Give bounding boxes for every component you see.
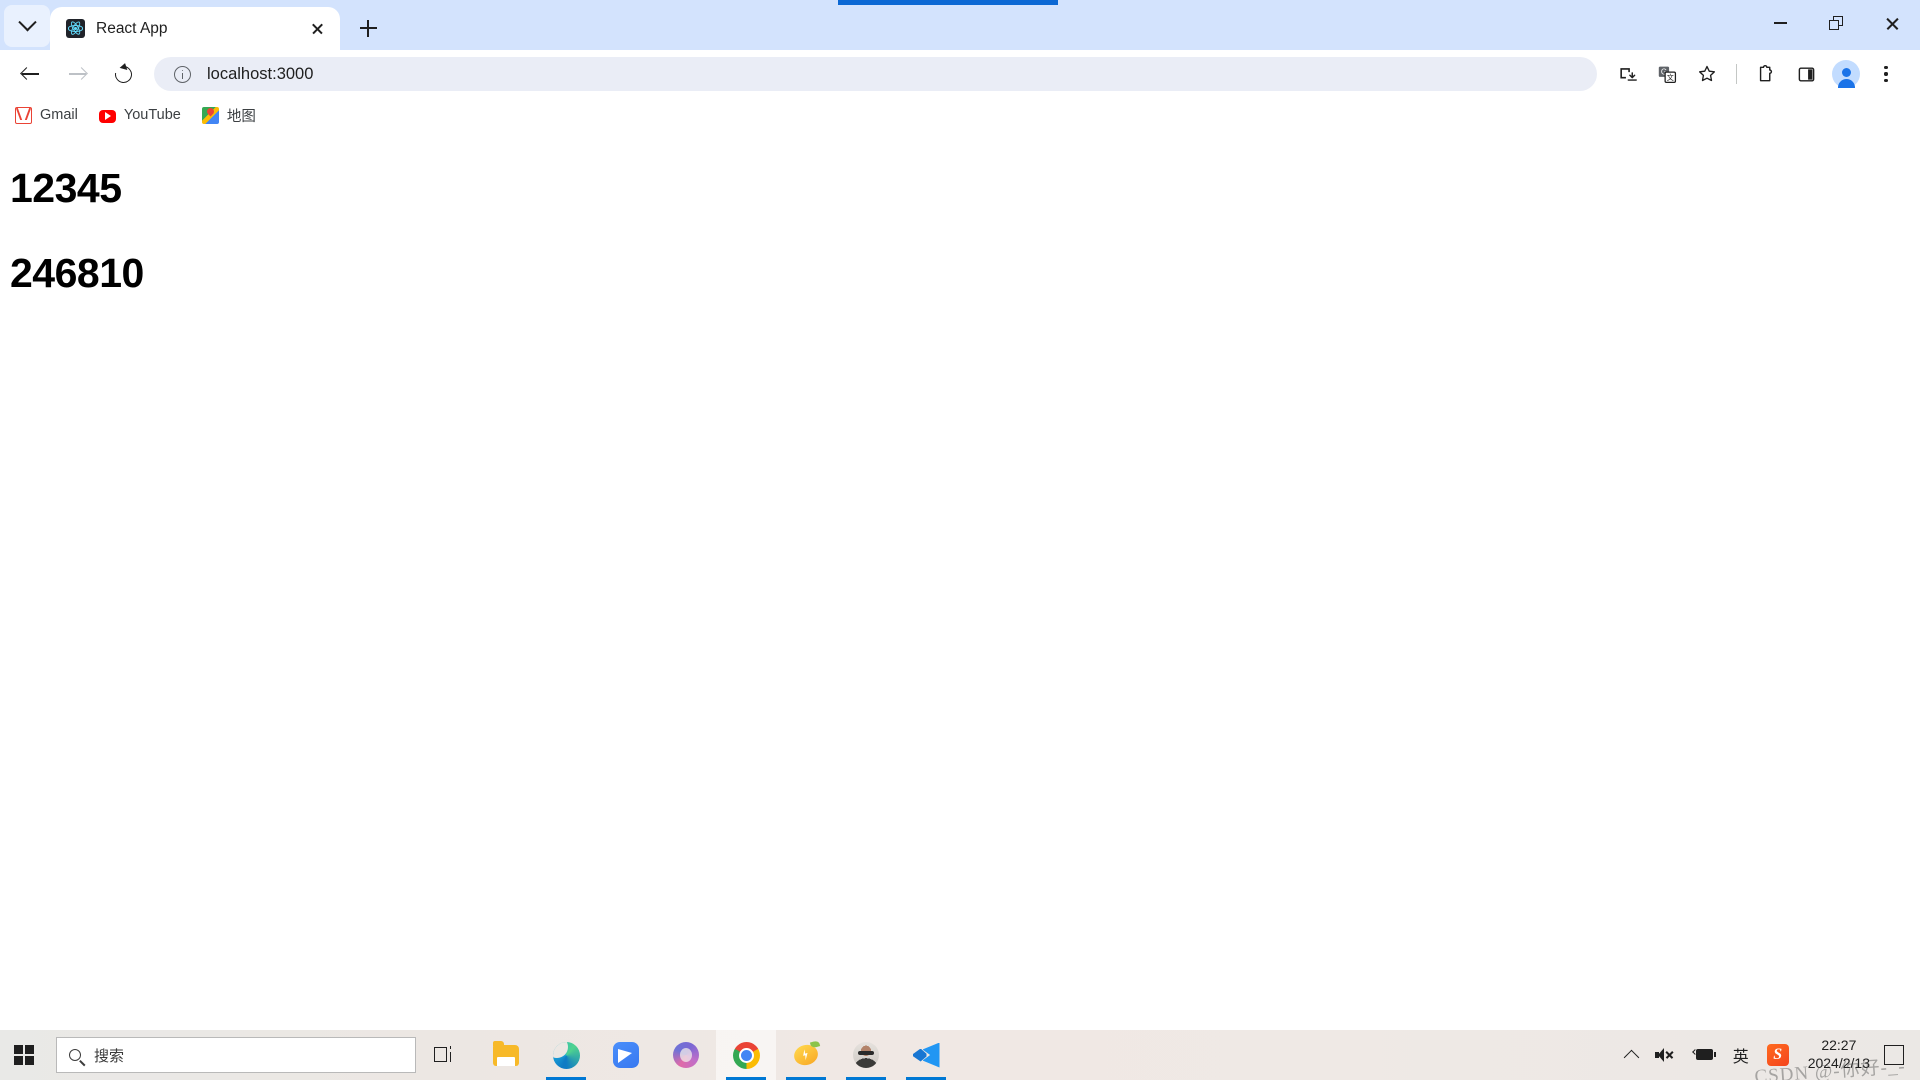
ime-language-label: 英 [1732,1047,1749,1066]
clock-time: 22:27 [1821,1037,1857,1054]
bookmark-page-button[interactable] [1690,57,1724,91]
vscode-icon [912,1042,940,1068]
bookmark-label: 地图 [226,108,256,125]
bookmark-label: YouTube [123,107,181,123]
gmail-icon [15,106,32,124]
bookmark-youtube[interactable]: YouTube [90,102,190,128]
bookmark-label: Gmail [40,107,78,123]
taskbar-app-blue-app[interactable] [596,1030,656,1080]
forward-button[interactable] [59,56,95,92]
taskbar-app-contact-app[interactable] [836,1030,896,1080]
tray-battery-button[interactable] [1684,1030,1724,1080]
bookmark-gmail[interactable]: Gmail [6,102,87,128]
windows-start-icon [13,1044,35,1066]
reload-icon [111,62,135,86]
bookmarks-bar: Gmail YouTube 地图 [0,98,1920,132]
close-icon [311,22,324,35]
tab-title: React App [96,19,168,37]
star-icon [1699,65,1715,82]
address-bar-url: localhost:3000 [207,64,314,83]
chrome-icon [732,1041,760,1069]
restore-icon [1829,16,1843,30]
taskbar-app-task-view[interactable] [416,1030,476,1080]
maximize-window-button[interactable] [1808,0,1864,46]
tab-strip: React App [0,0,1920,50]
translate-button[interactable]: G 文 [1650,57,1684,91]
search-icon [69,1049,81,1061]
new-tab-button[interactable] [350,10,386,46]
translate-icon: G 文 [1658,66,1676,83]
taskbar-app-lemon-app[interactable] [776,1030,836,1080]
browser-tab-react-app[interactable]: React App [50,7,340,50]
battery-charging-icon [1691,1048,1716,1062]
window-controls [1752,0,1920,46]
windows-taskbar: 搜索 英 S 22:27 2024/2/13 CSDN @-你好-_- [0,1030,1920,1080]
tray-sogou-input[interactable]: S [1758,1030,1798,1080]
toolbar-divider [1736,64,1737,84]
taskbar-app-microsoft-365[interactable] [656,1030,716,1080]
edge-icon [552,1041,580,1069]
page-viewport: 12345 246810 [0,132,1920,1030]
lemon-app-icon [791,1042,821,1068]
taskbar-app-google-chrome[interactable] [716,1030,776,1080]
profile-avatar-icon [1841,68,1851,77]
taskbar-app-visual-studio-code[interactable] [896,1030,956,1080]
info-circle-icon[interactable] [174,65,191,83]
svg-text:文: 文 [1666,73,1673,82]
page-heading-second: 246810 [10,250,144,296]
browser-toolbar: localhost:3000 G 文 [0,50,1920,98]
taskbar-search-box[interactable]: 搜索 [56,1037,416,1073]
install-app-button[interactable] [1610,57,1644,91]
minimize-icon [1773,22,1787,24]
youtube-icon [98,109,116,123]
minimize-window-button[interactable] [1752,0,1808,46]
back-arrow-icon [22,66,40,82]
page-heading-first: 12345 [10,165,122,211]
chevron-down-icon [17,12,37,31]
google-maps-icon [201,106,219,124]
side-panel-button[interactable] [1789,57,1823,91]
extensions-puzzle-icon [1759,65,1773,82]
tray-volume-button[interactable] [1646,1030,1684,1080]
system-tray: 英 S 22:27 2024/2/13 [1617,1030,1920,1080]
contact-photo-icon [853,1042,879,1068]
address-bar[interactable]: localhost:3000 [154,57,1597,91]
react-logo-icon [66,19,85,38]
bookmark-maps[interactable]: 地图 [193,102,265,128]
three-dots-menu-icon [1884,65,1888,83]
reload-button[interactable] [105,56,141,92]
chrome-menu-button[interactable] [1869,57,1903,91]
start-button[interactable] [0,1030,48,1080]
back-button[interactable] [13,56,49,92]
extensions-button[interactable] [1749,57,1783,91]
microsoft-365-icon [673,1042,699,1068]
taskbar-clock[interactable]: 22:27 2024/2/13 [1798,1030,1880,1080]
blue-app-icon [613,1042,639,1068]
tab-search-button[interactable] [4,5,50,47]
task-view-icon [434,1045,458,1065]
close-tab-button[interactable] [304,16,330,42]
taskbar-search-placeholder: 搜索 [94,1047,125,1065]
tray-ime-indicator[interactable]: 英 [1724,1030,1758,1080]
close-window-button[interactable] [1864,0,1920,46]
close-icon [1885,16,1900,31]
forward-arrow-icon [68,66,86,82]
notifications-button[interactable] [1884,1045,1904,1065]
side-panel-icon [1798,66,1814,82]
tray-overflow-button[interactable] [1617,1030,1646,1080]
install-app-icon [1619,67,1637,81]
browser-window: React App localhost:3000 G 文 Gmail YouTu… [0,0,1920,1030]
taskbar-app-microsoft-edge[interactable] [536,1030,596,1080]
window-drag-indicator [838,0,1058,5]
volume-muted-icon [1654,1048,1675,1062]
taskbar-app-file-explorer[interactable] [476,1030,536,1080]
sogou-input-icon: S [1766,1044,1789,1066]
plus-icon [359,19,377,37]
clock-date: 2024/2/13 [1807,1055,1870,1071]
file-explorer-icon [493,1040,519,1066]
profile-avatar[interactable] [1832,60,1860,88]
chevron-up-icon [1623,1049,1639,1065]
